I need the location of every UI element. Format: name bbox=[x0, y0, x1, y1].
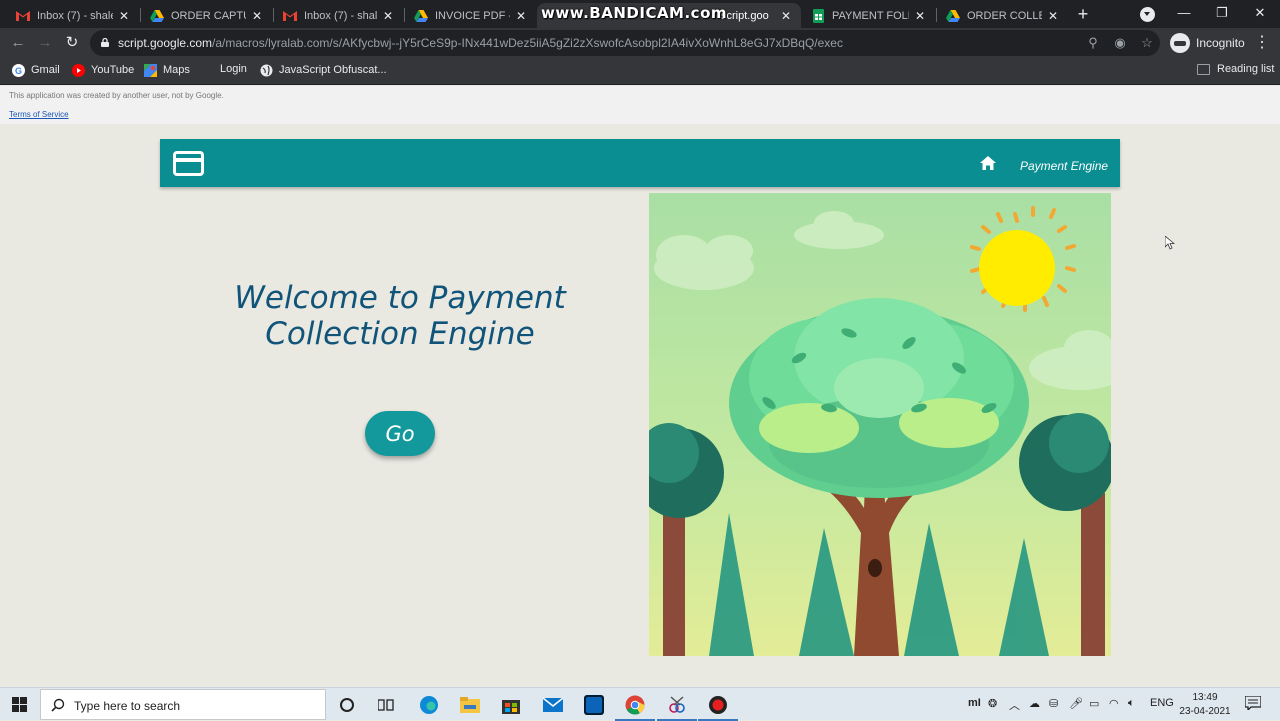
close-tab-icon[interactable]: ✕ bbox=[117, 9, 131, 23]
show-hidden-icons-icon[interactable]: ︿ bbox=[1009, 697, 1020, 713]
banner-note: This application was created by another … bbox=[9, 91, 224, 100]
globe-icon bbox=[259, 63, 273, 77]
url-text[interactable]: script.google.com/a/macros/lyralab.com/s… bbox=[118, 36, 843, 50]
close-tab-icon[interactable]: ✕ bbox=[514, 9, 528, 23]
bookmark-javascript-obfuscator[interactable]: JavaScript Obfuscat... bbox=[259, 63, 387, 77]
reading-list-button[interactable]: Reading list bbox=[1197, 63, 1274, 75]
battery-icon[interactable]: ▭ bbox=[1089, 697, 1099, 710]
terms-of-service-link[interactable]: Terms of Service bbox=[9, 110, 69, 119]
edge-icon[interactable] bbox=[417, 693, 441, 717]
tab-invoice-pdf[interactable]: INVOICE PDF - Go ✕ bbox=[406, 3, 536, 28]
close-tab-icon[interactable]: ✕ bbox=[381, 9, 395, 23]
tray-app-icon[interactable]: mI bbox=[968, 697, 981, 709]
photoshop-icon[interactable] bbox=[582, 693, 606, 717]
credit-card-icon[interactable] bbox=[173, 151, 204, 176]
file-explorer-icon[interactable] bbox=[458, 693, 482, 717]
tree-illustration bbox=[649, 193, 1111, 656]
tab-inbox-1[interactable]: Inbox (7) - shalen ✕ bbox=[8, 3, 139, 28]
task-view-icon[interactable] bbox=[374, 693, 398, 717]
notifications-icon[interactable] bbox=[1245, 696, 1261, 710]
app-navbar: Payment Engine bbox=[160, 139, 1120, 187]
tab-script-google[interactable]: script.goo ✕ bbox=[537, 3, 801, 28]
sheets-icon bbox=[811, 8, 825, 23]
chrome-icon[interactable] bbox=[615, 693, 655, 721]
close-tab-icon[interactable]: ✕ bbox=[779, 9, 793, 23]
mouse-cursor-icon bbox=[1165, 236, 1175, 250]
snipping-icon[interactable] bbox=[657, 693, 697, 721]
nav-payment-engine-link[interactable]: Payment Engine bbox=[1020, 159, 1108, 173]
close-tab-icon[interactable]: ✕ bbox=[250, 9, 264, 23]
system-clock[interactable]: 13:49 23-04-2021 bbox=[1175, 691, 1235, 719]
windows-taskbar: Type here to search mI ❂ ︿ ☁ ⛁ 🎤︎ ▭ ◠ 🔈︎… bbox=[0, 687, 1280, 721]
welcome-heading: Welcome to Payment Collection Engine bbox=[234, 280, 566, 352]
usb-icon[interactable]: ⛁ bbox=[1049, 697, 1058, 710]
bookmarks-bar: G Gmail YouTube Maps Login JavaScript Ob… bbox=[0, 58, 1280, 85]
incognito-badge[interactable]: Incognito bbox=[1170, 33, 1245, 53]
microphone-icon[interactable]: 🎤︎ bbox=[1069, 697, 1083, 710]
wifi-icon[interactable]: ◠ bbox=[1109, 697, 1119, 710]
lock-icon bbox=[101, 38, 109, 47]
restore-button[interactable]: ❐ bbox=[1210, 3, 1234, 23]
maps-icon bbox=[143, 63, 157, 77]
drive-icon bbox=[150, 9, 164, 23]
gmail-icon bbox=[16, 9, 30, 23]
svg-text:G: G bbox=[14, 66, 21, 76]
close-window-button[interactable]: ✕ bbox=[1248, 3, 1272, 23]
taskbar-search-input[interactable]: Type here to search bbox=[40, 689, 326, 720]
windows-start-icon[interactable] bbox=[12, 697, 27, 712]
close-tab-icon[interactable]: ✕ bbox=[913, 9, 927, 23]
minimize-button[interactable]: — bbox=[1172, 3, 1196, 23]
store-icon[interactable] bbox=[499, 693, 523, 717]
back-button[interactable]: ← bbox=[8, 33, 28, 53]
language-indicator[interactable]: ENG bbox=[1150, 697, 1174, 709]
reload-button[interactable]: ↻ bbox=[62, 33, 82, 53]
menu-icon[interactable]: ⋮ bbox=[1254, 33, 1270, 53]
close-tab-icon[interactable]: ✕ bbox=[1046, 9, 1060, 23]
incognito-icon bbox=[1170, 33, 1190, 53]
bookmark-login[interactable]: Login bbox=[220, 63, 247, 75]
search-icon bbox=[51, 698, 65, 712]
zoom-icon[interactable]: ⚲ bbox=[1085, 35, 1101, 51]
forward-button[interactable]: → bbox=[35, 33, 55, 53]
tab-payment-follow[interactable]: PAYMENT FOLLOW ✕ bbox=[803, 3, 935, 28]
new-tab-button[interactable]: + bbox=[1073, 4, 1093, 24]
star-icon[interactable]: ☆ bbox=[1139, 35, 1155, 51]
gmail-icon bbox=[283, 9, 297, 23]
tab-strip: Inbox (7) - shalen ✕ ORDER CAPTURE ✕ Inb… bbox=[0, 0, 1280, 28]
drive-icon bbox=[414, 9, 428, 23]
google-icon: G bbox=[11, 63, 25, 77]
apps-script-banner: This application was created by another … bbox=[0, 86, 1280, 124]
reading-list-icon bbox=[1197, 63, 1210, 75]
bandicam-icon[interactable] bbox=[698, 693, 738, 721]
tray-circle-icon[interactable]: ❂ bbox=[988, 697, 997, 710]
tab-order-collection[interactable]: ORDER COLLECTI ✕ bbox=[938, 3, 1068, 28]
drive-icon bbox=[946, 9, 960, 23]
bookmark-gmail[interactable]: G Gmail bbox=[11, 63, 60, 77]
home-icon[interactable] bbox=[980, 156, 996, 170]
browser-toolbar: ← → ↻ script.google.com/a/macros/lyralab… bbox=[0, 28, 1280, 58]
volume-icon[interactable]: 🔈︎ bbox=[1128, 697, 1135, 710]
apps-script-icon bbox=[705, 9, 719, 23]
bookmark-youtube[interactable]: YouTube bbox=[71, 63, 134, 77]
tab-inbox-2[interactable]: Inbox (7) - shalen ✕ bbox=[275, 3, 403, 28]
go-button[interactable]: Go bbox=[365, 411, 435, 456]
tab-search-button[interactable] bbox=[1140, 7, 1155, 22]
youtube-icon bbox=[71, 63, 85, 77]
onedrive-icon[interactable]: ☁ bbox=[1029, 697, 1040, 710]
tab-order-capture[interactable]: ORDER CAPTURE ✕ bbox=[142, 3, 272, 28]
bookmark-maps[interactable]: Maps bbox=[143, 63, 190, 77]
mail-icon[interactable] bbox=[541, 693, 565, 717]
cortana-icon[interactable] bbox=[335, 693, 359, 717]
eye-off-icon[interactable]: ◉ bbox=[1112, 35, 1128, 51]
